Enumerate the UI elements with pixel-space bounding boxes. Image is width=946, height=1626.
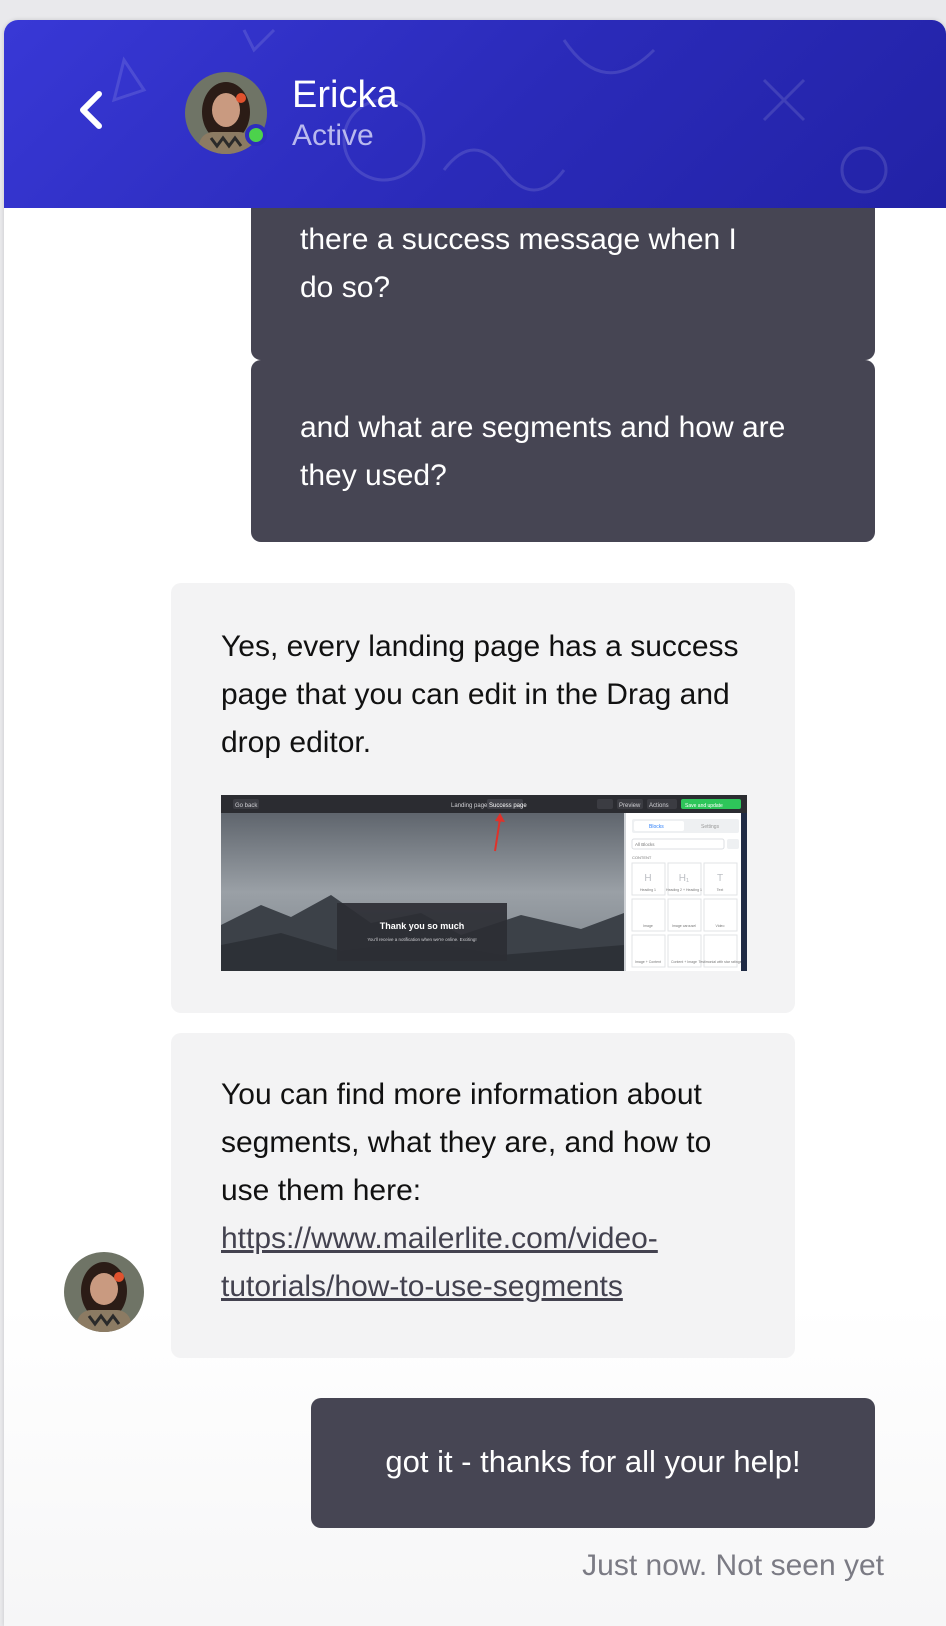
message-outgoing: and what are segments and how are they u… [251, 360, 875, 542]
person-avatar-icon [64, 1252, 144, 1332]
panel-tab-blocks: Blocks [649, 824, 664, 830]
block-label: Heading 1 [640, 888, 656, 892]
segments-tutorial-link[interactable]: https://www.mailerlite.com/video-tutoria… [221, 1222, 658, 1303]
popup-title: Thank you so much [380, 921, 465, 931]
content-label: CONTENT [632, 855, 652, 860]
message-image[interactable]: Go back Landing page Success page Previe… [221, 795, 747, 971]
tab-success-page: Success page [489, 803, 527, 809]
message-incoming: You can find more information about segm… [171, 1033, 795, 1358]
preview-button: Preview [619, 803, 641, 809]
message-text: got it - thanks for all your help! [385, 1444, 801, 1479]
read-receipt: Just now. Not seen yet [582, 1549, 884, 1582]
contact-name: Ericka [292, 74, 398, 116]
tab-landing-page: Landing page [451, 803, 488, 809]
message-text: and what are segments and how are they u… [300, 411, 786, 492]
svg-text:T: T [717, 873, 723, 884]
message-text-line: there a success message when I [300, 223, 737, 256]
block-label: Image + Content [635, 960, 661, 964]
block-label: Image carousel [672, 924, 696, 928]
block-label: Heading 2 + Heading 1 [666, 888, 702, 892]
blocks-filter: All Blocks [635, 842, 655, 847]
message-text: You can find more information about segm… [221, 1078, 712, 1207]
chat-window: Ericka Active there a success message wh… [4, 20, 946, 1626]
chat-header: Ericka Active [4, 20, 946, 208]
online-status-dot [245, 124, 267, 146]
block-label: Content + Image [671, 960, 697, 964]
contact-status: Active [292, 119, 374, 152]
message-text: Yes, every landing page has a success pa… [221, 630, 739, 759]
sender-avatar [64, 1252, 144, 1332]
svg-text:H₁: H₁ [679, 873, 690, 884]
block-label: Text [717, 888, 723, 892]
message-outgoing: got it - thanks for all your help! [311, 1398, 875, 1528]
message-incoming: Yes, every landing page has a success pa… [171, 583, 795, 1013]
block-label: Testimonial with star ratings [699, 960, 742, 964]
svg-text:H: H [644, 873, 651, 884]
contact-avatar[interactable] [185, 72, 267, 154]
back-button[interactable] [64, 84, 116, 136]
block-label: Video [716, 924, 725, 928]
panel-tab-settings: Settings [701, 824, 720, 830]
editor-screenshot: Go back Landing page Success page Previe… [221, 795, 747, 971]
popup-subtitle: You'll receive a notification when we're… [367, 937, 476, 942]
go-back-button-label: Go back [235, 803, 258, 809]
block-label: Image [643, 924, 653, 928]
header-doodle-pattern [111, 28, 888, 194]
message-text-line: do so? [300, 271, 391, 304]
save-update-button: Save and update [685, 803, 723, 809]
actions-button: Actions [649, 803, 669, 809]
chevron-left-icon [80, 91, 102, 129]
